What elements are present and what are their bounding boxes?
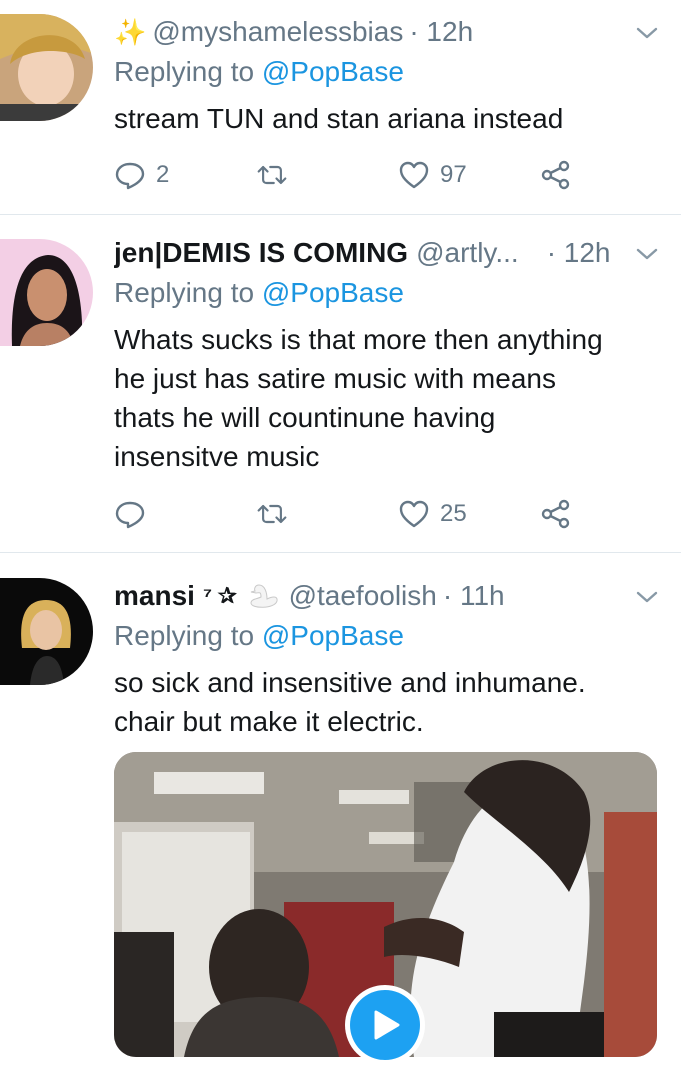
share-button[interactable] <box>540 496 572 532</box>
tweet-2[interactable]: jen|DEMIS IS COMING @artly... · 12h Repl… <box>0 215 681 552</box>
play-button-circle <box>350 990 420 1060</box>
tweet-header: ✨ @myshamelessbias · 12h <box>114 12 631 52</box>
tweet-actions: 25 <box>114 496 584 532</box>
tweet-actions: 2 97 <box>114 157 584 193</box>
reply-context: Replying to @PopBase <box>114 56 404 88</box>
reply-prefix: Replying to <box>114 277 255 308</box>
user-handle[interactable]: @taefoolish <box>289 580 437 612</box>
retweet-icon <box>257 504 287 524</box>
tweet-header: mansi ⁷ ✰ @taefoolish · 11h <box>114 576 631 616</box>
play-button[interactable] <box>345 985 425 1065</box>
reply-count: 2 <box>156 161 170 188</box>
avatar[interactable] <box>0 239 93 346</box>
user-handle[interactable]: @artly... <box>416 237 519 269</box>
chevron-down-icon[interactable] <box>635 585 659 609</box>
chevron-down-icon[interactable] <box>635 21 659 45</box>
timestamp[interactable]: · 12h <box>409 16 473 48</box>
retweet-button[interactable] <box>256 496 298 532</box>
tweet-text-line: insensitve music <box>114 441 320 472</box>
reply-icon <box>115 501 145 529</box>
tweet-header: jen|DEMIS IS COMING @artly... · 12h <box>114 233 631 273</box>
reply-button[interactable]: 2 <box>114 157 169 193</box>
timestamp[interactable]: · 11h <box>443 580 505 612</box>
share-icon <box>541 160 570 190</box>
display-name[interactable]: mansi <box>114 580 195 612</box>
like-icon <box>399 500 429 528</box>
display-name[interactable]: jen|DEMIS IS COMING <box>114 237 408 269</box>
avatar[interactable] <box>0 14 93 121</box>
name-suffix: ⁷ ✰ <box>202 583 237 608</box>
timestamp[interactable]: · 12h <box>547 237 611 269</box>
play-icon <box>374 1010 400 1040</box>
tweet-text-line: Whats sucks is that more then anything <box>114 324 603 355</box>
tweet-text-line: thats he will countinune having <box>114 402 496 433</box>
reply-prefix: Replying to <box>114 56 255 87</box>
avatar[interactable] <box>0 578 93 685</box>
retweet-icon <box>257 165 287 185</box>
retweet-button[interactable] <box>256 157 298 193</box>
like-count: 97 <box>440 161 467 188</box>
tweet-text: stream TUN and stan ariana instead <box>114 99 651 138</box>
tweet-text-line: stream TUN and stan ariana instead <box>114 103 564 134</box>
tweet-text: so sick and insensitive and inhumane. ch… <box>114 663 651 741</box>
like-icon <box>399 161 429 189</box>
reply-context: Replying to @PopBase <box>114 277 404 309</box>
like-button[interactable]: 97 <box>398 157 467 193</box>
share-button[interactable] <box>540 157 572 193</box>
tweet-text-line: he just has satire music with means <box>114 363 556 394</box>
reply-to-handle[interactable]: @PopBase <box>262 56 404 87</box>
share-icon <box>541 499 570 529</box>
like-count: 25 <box>440 500 467 527</box>
chevron-down-icon[interactable] <box>635 242 659 266</box>
tweet-text-line: chair but make it electric. <box>114 706 424 737</box>
like-button[interactable]: 25 <box>398 496 467 532</box>
tweet-text-line: so sick and insensitive and inhumane. <box>114 667 586 698</box>
reply-to-handle[interactable]: @PopBase <box>262 620 404 651</box>
sparkles-icon: ✨ <box>114 16 147 47</box>
swan-icon <box>245 581 281 611</box>
reply-prefix: Replying to <box>114 620 255 651</box>
tweet-text: Whats sucks is that more then anything h… <box>114 320 651 476</box>
reply-to-handle[interactable]: @PopBase <box>262 277 404 308</box>
user-handle[interactable]: @myshamelessbias <box>152 16 403 48</box>
reply-context: Replying to @PopBase <box>114 620 404 652</box>
reply-icon <box>115 162 145 190</box>
reply-button[interactable] <box>114 496 156 532</box>
tweet-1[interactable]: ✨ @myshamelessbias · 12h Replying to @Po… <box>0 0 681 214</box>
